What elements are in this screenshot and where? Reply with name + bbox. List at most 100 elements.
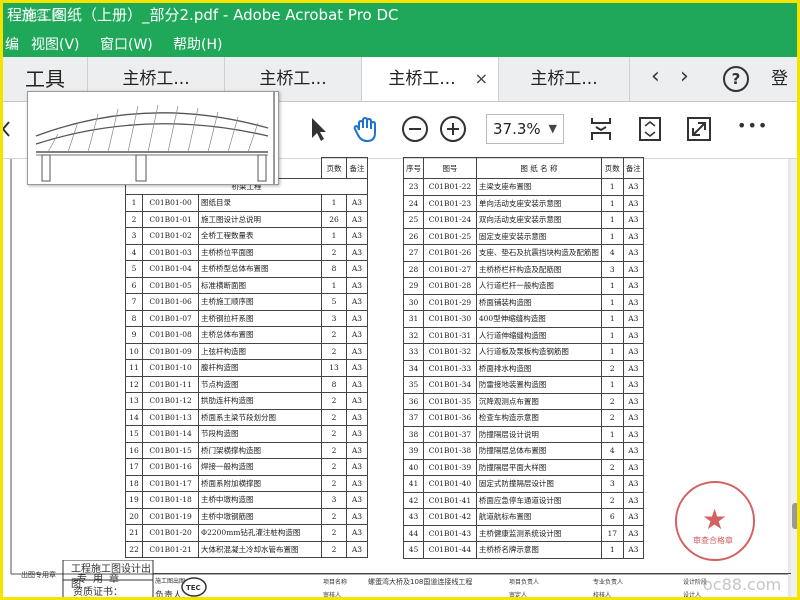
table-row: 21 C01B01-20 Φ2200mm钻孔灌注桩构造图 2 A3 xyxy=(124,524,368,542)
row-number: 43 xyxy=(403,508,424,526)
hand-tool-icon[interactable] xyxy=(351,114,381,144)
vertical-scrollbar[interactable] xyxy=(791,159,797,597)
table-row: 36 C01B01-35 沉降观测点布置图 2 A3 xyxy=(403,392,645,410)
drawing-number: C01B01-27 xyxy=(423,260,477,278)
drawing-name: 图纸目录 xyxy=(197,194,323,212)
paper-size: A3 xyxy=(346,260,368,278)
row-number: 7 xyxy=(124,293,144,311)
zoom-out-icon[interactable] xyxy=(400,114,430,144)
table-row: 44 C01B01-43 主桥健康监测系统设计图 17 A3 xyxy=(403,524,645,542)
menu-edit[interactable]: 编 xyxy=(5,34,19,54)
more-tools-icon[interactable]: ••• xyxy=(737,116,768,135)
star-icon: ★ xyxy=(702,503,728,536)
row-number: 23 xyxy=(403,178,424,196)
tab-document-4[interactable]: 主桥工... xyxy=(499,57,630,101)
select-tool-icon[interactable] xyxy=(303,114,333,144)
table-row: 45 C01B01-44 主桥桥名牌示意图 1 A3 xyxy=(403,541,645,559)
page-count: 1 xyxy=(600,343,624,361)
page-count: 2 xyxy=(321,342,347,360)
table-row: 26 C01B01-25 固定支座安装示意图 1 A3 xyxy=(403,227,645,245)
drawing-name: 主桥桥栏杆构造及配筋图 xyxy=(475,260,602,278)
table-row: 32 C01B01-31 人行道伸缩缝构造图 1 A3 xyxy=(403,326,645,344)
page-count: 2 xyxy=(321,326,347,344)
row-number: 31 xyxy=(403,310,424,328)
page-count: 2 xyxy=(321,441,347,459)
page-count: 1 xyxy=(600,178,624,196)
tab-scroll-left-icon[interactable]: ‹ xyxy=(651,57,660,97)
row-number: 39 xyxy=(403,442,424,460)
page-count: 1 xyxy=(600,541,624,559)
table-row: 16 C01B01-15 桥门架横撑构造图 2 A3 xyxy=(124,441,368,459)
drawing-name: 主桥中墩钢筋图 xyxy=(197,507,323,525)
table-row: 2 C01B01-01 施工图设计总说明 26 A3 xyxy=(124,210,368,228)
drawing-number: C01B01-33 xyxy=(423,359,477,377)
table-row: 9 C01B01-08 主桥总体布置图 2 A3 xyxy=(124,326,368,344)
drawing-name: 主桥中墩构造图 xyxy=(197,491,323,509)
row-number: 1 xyxy=(124,194,144,212)
page-count: 3 xyxy=(321,309,347,327)
row-number: 30 xyxy=(403,293,424,311)
drawing-name: 桥面应急停车通道设计图 xyxy=(475,491,602,509)
close-tab-icon[interactable]: × xyxy=(475,57,488,101)
menu-view[interactable]: 视图(V) xyxy=(31,34,80,54)
tab-label: 主桥工... xyxy=(388,69,456,89)
page-count: 2 xyxy=(321,458,347,476)
tab-scroll-right-icon[interactable]: › xyxy=(680,57,689,97)
page-scroll-mode-icon[interactable] xyxy=(586,114,616,144)
row-number: 41 xyxy=(403,475,424,493)
drawing-number: C01B01-11 xyxy=(142,375,199,393)
tab-document-3-active[interactable]: 主桥工... × xyxy=(362,57,499,101)
row-number: 45 xyxy=(403,541,424,559)
tb-label: 项目名称 xyxy=(323,579,348,586)
row-number: 19 xyxy=(124,491,144,509)
zoom-level-select[interactable]: 37.3% ▼ xyxy=(486,114,564,144)
menu-help[interactable]: 帮助(H) xyxy=(173,34,222,54)
paper-size: A3 xyxy=(622,475,645,493)
table-row: 3 C01B01-02 全桥工程数量表 1 A3 xyxy=(124,227,368,245)
table-row: 12 C01B01-11 节点构造图 8 A3 xyxy=(124,375,368,393)
row-number: 13 xyxy=(124,392,144,410)
drawing-name: 上弦杆构造图 xyxy=(197,342,323,360)
svg-text:TEC: TEC xyxy=(186,584,201,592)
drawing-name: 桥面系附加横撑图 xyxy=(197,474,323,492)
page-count: 1 xyxy=(600,425,624,443)
drawing-name: 焊接一般构造图 xyxy=(197,458,323,476)
paper-size: A3 xyxy=(622,310,645,328)
drawing-name: 桥面系主梁节段划分图 xyxy=(197,408,323,426)
table-row: 39 C01B01-38 防撞隔层总体布置图 4 A3 xyxy=(403,442,645,460)
drawing-number: C01B01-16 xyxy=(142,458,199,476)
table-row: 22 C01B01-21 大体积混凝土冷却水管布置图 2 A3 xyxy=(124,540,368,558)
paper-size: A3 xyxy=(346,227,368,245)
scrollbar-thumb[interactable] xyxy=(792,503,797,529)
paper-size: A3 xyxy=(622,425,645,443)
table-row: 35 C01B01-34 防雷接地装置构造图 1 A3 xyxy=(403,376,645,394)
drawing-name: 主梁支座布置图 xyxy=(475,178,602,196)
zoom-in-icon[interactable] xyxy=(438,114,468,144)
row-number: 4 xyxy=(124,243,144,261)
paper-size: A3 xyxy=(622,508,645,526)
table-row: 6 C01B01-05 标准横断面图 1 A3 xyxy=(124,276,368,294)
design-seal-block: 出图专用章 工程施工图设计出图 专用章 资质证书：A231014734 xyxy=(17,560,155,597)
page-count: 1 xyxy=(600,227,624,245)
watermark-logo: 道客网 xyxy=(21,9,67,24)
drawing-number: C01B01-35 xyxy=(423,392,477,410)
drawing-name: 施工图设计总说明 xyxy=(197,210,323,228)
drawing-number: C01B01-22 xyxy=(423,178,477,196)
chevron-down-icon: ▼ xyxy=(548,122,557,135)
paper-size: A3 xyxy=(622,524,645,542)
rotate-fit-icon[interactable] xyxy=(635,114,665,144)
drawing-name: 主桥钢拉杆系图 xyxy=(197,309,323,327)
drawing-name: 桥门架横撑构造图 xyxy=(197,441,323,459)
row-number: 14 xyxy=(124,408,144,426)
menu-window[interactable]: 窗口(W) xyxy=(100,34,153,54)
page-count: 8 xyxy=(321,375,347,393)
help-icon[interactable]: ? xyxy=(723,66,749,92)
sidebar-toggle-icon[interactable] xyxy=(0,114,29,144)
paper-size: A3 xyxy=(346,210,368,228)
menu-bar: 编 视图(V) 窗口(W) 帮助(H) xyxy=(3,29,797,57)
table-row: 10 C01B01-09 上弦杆构造图 2 A3 xyxy=(124,342,368,360)
page-count: 2 xyxy=(600,458,624,476)
page-thumbnail-preview[interactable] xyxy=(27,91,279,185)
full-screen-icon[interactable] xyxy=(684,114,714,144)
drawing-name: 主桥健康监测系统设计图 xyxy=(475,524,602,542)
